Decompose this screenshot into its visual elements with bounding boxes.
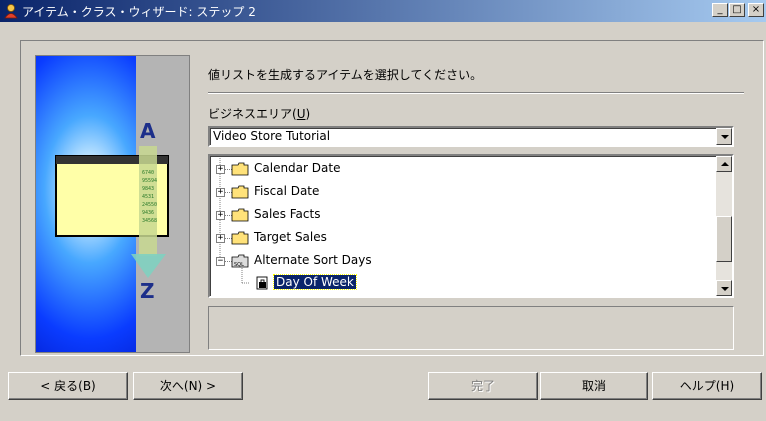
tree-item-label: Alternate Sort Days bbox=[254, 253, 372, 267]
sql-folder-icon: SQL bbox=[231, 254, 249, 268]
illustration-value: 34568 bbox=[142, 218, 157, 224]
window-title: アイテム・クラス・ウィザード: ステップ 2 bbox=[22, 5, 256, 19]
folder-icon bbox=[231, 185, 249, 199]
folder-icon bbox=[231, 162, 249, 176]
back-button[interactable]: < 戻る(B) bbox=[8, 372, 128, 400]
cancel-button[interactable]: 取消 bbox=[540, 372, 648, 400]
expand-icon[interactable]: + bbox=[216, 165, 225, 174]
expand-icon[interactable]: + bbox=[216, 234, 225, 243]
scroll-up-button[interactable] bbox=[716, 156, 732, 172]
scroll-down-button[interactable] bbox=[716, 280, 732, 296]
tree-item-label: Calendar Date bbox=[254, 161, 341, 175]
help-button[interactable]: ヘルプ(H) bbox=[652, 372, 762, 400]
tree-item-label: Fiscal Date bbox=[254, 184, 320, 198]
illustration-value: 9436 bbox=[142, 210, 154, 216]
wizard-person-icon bbox=[4, 4, 18, 19]
tree-scrollbar[interactable] bbox=[716, 156, 732, 296]
close-button[interactable]: × bbox=[748, 3, 764, 17]
expand-icon[interactable]: + bbox=[216, 188, 225, 197]
illustration-arrow-head bbox=[131, 254, 166, 278]
tree-item-label: Sales Facts bbox=[254, 207, 321, 221]
illustration-letter-z: Z bbox=[140, 279, 155, 303]
folder-icon bbox=[231, 231, 249, 245]
business-area-label: ビジネスエリア(U) bbox=[208, 107, 311, 121]
finish-button[interactable]: 完了 bbox=[428, 372, 538, 400]
tree-item-label-selected: Day Of Week bbox=[273, 274, 357, 290]
maximize-button[interactable]: □ bbox=[729, 3, 745, 17]
next-button[interactable]: 次へ(N) > bbox=[133, 372, 243, 400]
illustration-arrow-shaft bbox=[139, 146, 157, 256]
wizard-illustration: A Z 6740 95594 9843 4531 24550 9436 34568 bbox=[35, 55, 190, 353]
collapse-icon[interactable]: − bbox=[216, 257, 225, 266]
chevron-up-icon bbox=[721, 162, 729, 166]
item-icon bbox=[256, 276, 268, 290]
illustration-value: 9843 bbox=[142, 186, 154, 192]
illustration-value: 6740 bbox=[142, 170, 154, 176]
chevron-down-icon bbox=[721, 135, 729, 139]
illustration-graphic: A Z 6740 95594 9843 4531 24550 9436 34568 bbox=[55, 119, 169, 303]
svg-text:SQL: SQL bbox=[234, 262, 244, 268]
illustration-value: 24550 bbox=[142, 202, 157, 208]
minimize-button[interactable]: _ bbox=[712, 3, 728, 17]
expand-icon[interactable]: + bbox=[216, 211, 225, 220]
instruction-text: 値リストを生成するアイテムを選択してください。 bbox=[208, 68, 483, 82]
item-tree[interactable]: + Calendar Date + Fiscal Date + Sales Fa… bbox=[208, 154, 734, 298]
description-box bbox=[208, 306, 734, 350]
business-area-value: Video Store Tutorial bbox=[213, 129, 331, 143]
tree-item-label: Target Sales bbox=[254, 230, 327, 244]
title-bar: アイテム・クラス・ウィザード: ステップ 2 _ □ × bbox=[0, 0, 766, 22]
illustration-value: 95594 bbox=[142, 178, 157, 184]
illustration-value: 4531 bbox=[142, 194, 154, 200]
folder-icon bbox=[231, 208, 249, 222]
dropdown-button[interactable] bbox=[716, 128, 732, 145]
scroll-thumb[interactable] bbox=[716, 216, 732, 262]
separator bbox=[208, 92, 744, 94]
illustration-letter-a: A bbox=[140, 119, 156, 143]
business-area-select[interactable]: Video Store Tutorial bbox=[208, 126, 734, 147]
chevron-down-icon bbox=[721, 287, 729, 291]
